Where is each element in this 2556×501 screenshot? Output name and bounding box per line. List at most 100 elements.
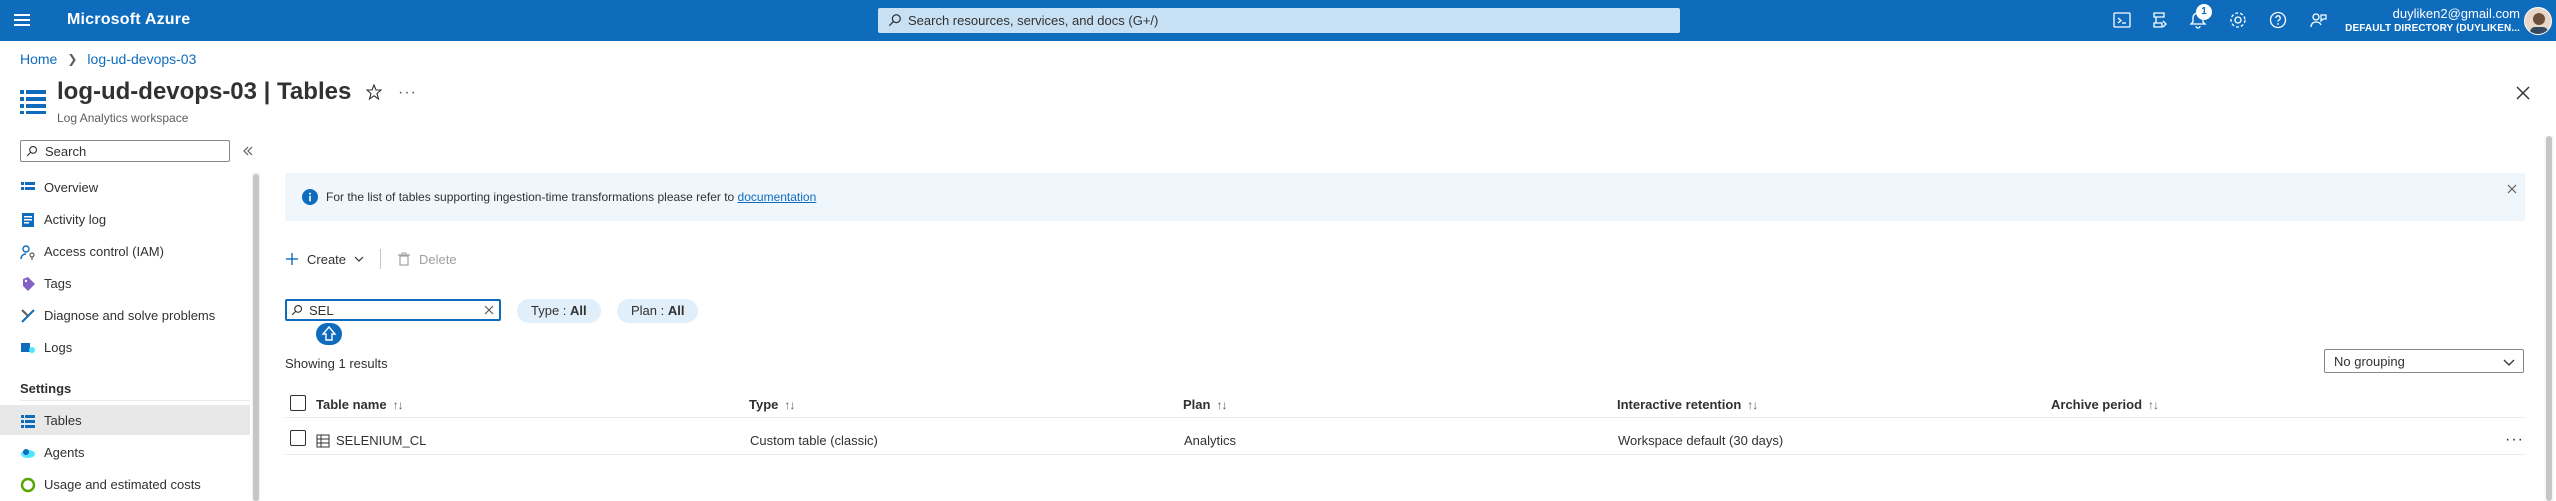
documentation-link[interactable]: documentation [738,190,817,204]
collapse-sidebar-icon[interactable] [242,145,254,157]
table-filter-search[interactable] [285,299,501,321]
account-info[interactable]: duyliken2@gmail.com DEFAULT DIRECTORY (D… [2345,6,2520,34]
sidebar-item-label: Tags [44,276,72,291]
breadcrumb-resource[interactable]: log-ud-devops-03 [87,51,196,67]
sidebar-item-overview[interactable]: Overview [0,172,250,202]
create-button[interactable]: Create [285,252,364,267]
info-banner: For the list of tables supporting ingest… [285,173,2525,221]
help-icon[interactable] [2268,10,2288,30]
column-header-archive-period[interactable]: Archive period ↑↓ [2051,397,2159,412]
type-filter-pill[interactable]: Type : All [517,299,601,323]
sidebar-item-label: Activity log [44,212,107,227]
table-icon [21,415,35,428]
close-banner-icon[interactable] [2506,183,2518,195]
table-row[interactable]: SELENIUM_CL Custom table (classic) Analy… [285,425,2525,455]
cursor-indicator [316,323,342,345]
info-banner-text: For the list of tables supporting ingest… [326,190,817,204]
sidebar-item-label: Agents [44,445,85,460]
delete-button[interactable]: Delete [397,252,457,267]
sidebar-item-label: Usage and estimated costs [44,477,201,492]
plus-icon [286,253,298,265]
agents-icon [21,449,35,458]
clear-search-icon[interactable] [483,304,495,316]
table-filter-input[interactable] [309,301,469,319]
sidebar-section-settings: Settings [20,381,72,396]
sidebar-item-diagnose[interactable]: Diagnose and solve problems [0,300,250,330]
search-icon [291,304,303,316]
search-icon [26,145,38,157]
usage-icon [20,477,36,493]
sidebar-item-label: Logs [44,340,73,355]
chevron-down-icon [2503,359,2515,366]
sidebar-item-label: Access control (IAM) [44,244,164,259]
page-title: log-ud-devops-03 | Tables [57,78,352,105]
global-search-input[interactable] [908,8,1668,33]
top-bar: Microsoft Azure 1 duyliken2@gmail.com DE… [0,0,2556,41]
global-search[interactable] [878,8,1680,33]
delete-label: Delete [419,251,457,267]
toolbar-divider [380,249,382,269]
column-header-plan[interactable]: Plan ↑↓ [1183,397,1227,412]
overview-icon [21,182,35,190]
cloud-shell-icon[interactable] [2112,10,2132,30]
main-scrollbar[interactable] [2544,136,2554,501]
sidebar-scrollbar[interactable] [252,172,260,501]
sidebar-item-activity-log[interactable]: Activity log [0,204,250,234]
sort-icon: ↑↓ [2148,397,2159,412]
grouping-value: No grouping [2334,354,2405,369]
select-all-checkbox[interactable] [290,395,306,411]
sidebar-item-usage[interactable]: Usage and estimated costs [0,469,250,499]
row-more-options-icon[interactable]: ··· [2505,431,2524,449]
sidebar-item-access-control[interactable]: Access control (IAM) [0,236,250,266]
cell-type: Custom table (classic) [750,433,878,448]
directory-filter-icon[interactable] [2150,10,2170,30]
table-header: Table name ↑↓ Type ↑↓ Plan ↑↓ Interactive r… [285,392,2525,418]
sidebar-item-tags[interactable]: Tags [0,268,250,298]
breadcrumb-home[interactable]: Home [20,51,57,67]
settings-icon[interactable] [2228,10,2248,30]
hamburger-menu-icon[interactable] [14,11,34,29]
plan-filter-pill[interactable]: Plan : All [617,299,699,323]
account-email: duyliken2@gmail.com [2392,6,2520,21]
sidebar-item-logs[interactable]: Logs [0,332,250,362]
cell-interactive-retention: Workspace default (30 days) [1618,433,1784,448]
results-count: Showing 1 results [285,356,388,371]
create-label: Create [307,251,347,267]
sidebar-search-input[interactable] [45,141,225,161]
sort-icon: ↑↓ [392,397,404,412]
sidebar-item-label: Overview [44,180,99,195]
trash-icon [398,252,411,266]
more-options-icon[interactable]: ··· [398,84,417,102]
sidebar-item-tables[interactable]: Tables [0,405,250,435]
sidebar-search[interactable] [20,140,230,162]
sidebar-item-label: Diagnose and solve problems [44,308,216,323]
avatar[interactable] [2524,7,2552,35]
sidebar-scrollbar-thumb[interactable] [253,174,259,501]
wrench-icon [21,309,35,323]
cell-table-name: SELENIUM_CL [316,433,426,448]
column-header-table-name[interactable]: Table name ↑↓ [316,397,404,412]
activity-log-icon [22,213,34,227]
page-subtitle: Log Analytics workspace [57,111,189,125]
user-avatar-icon [2530,13,2548,34]
info-icon [302,189,318,205]
sort-icon: ↑↓ [784,397,795,412]
column-header-type[interactable]: Type ↑↓ [749,397,795,412]
main-scrollbar-thumb[interactable] [2546,136,2552,501]
command-bar: Create Delete [285,247,457,271]
column-header-interactive-retention[interactable]: Interactive retention ↑↓ [1617,397,1758,412]
grouping-dropdown[interactable]: No grouping [2324,349,2524,373]
favorite-star-icon[interactable] [366,84,382,100]
sort-icon: ↑↓ [1747,397,1758,412]
iam-icon [20,245,35,260]
brand-title[interactable]: Microsoft Azure [67,11,190,29]
sidebar-item-agents[interactable]: Agents [0,437,250,467]
notification-count-badge: 1 [2196,4,2212,20]
feedback-icon[interactable] [2308,10,2328,30]
cell-plan: Analytics [1184,433,1237,448]
row-checkbox[interactable] [290,430,306,446]
tables-icon [20,90,46,114]
tag-icon [23,277,35,291]
close-icon[interactable] [2514,84,2532,102]
logs-icon [21,343,35,353]
